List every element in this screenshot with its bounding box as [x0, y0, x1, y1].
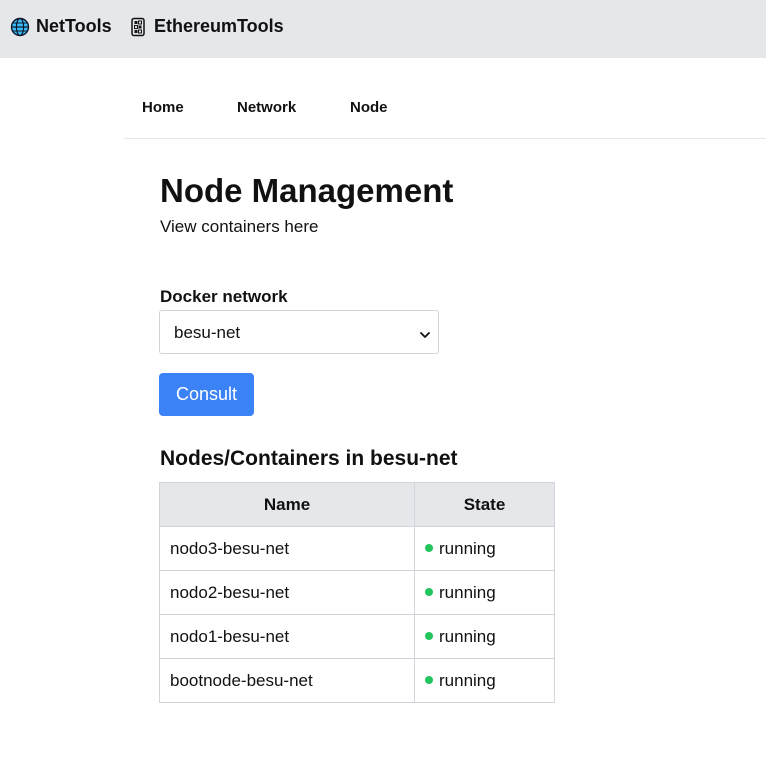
status-dot-icon: [425, 676, 433, 685]
container-state: running: [414, 658, 555, 703]
container-name: nodo1-besu-net: [159, 614, 415, 659]
page-title: Node Management: [160, 172, 454, 209]
docker-network-select[interactable]: besu-net: [159, 310, 439, 354]
container-state: running: [414, 570, 555, 615]
column-header-name: Name: [159, 482, 415, 527]
globe-icon: [10, 17, 30, 37]
docker-network-value: besu-net: [174, 323, 241, 342]
ethereumtools-label: EthereumTools: [154, 16, 284, 36]
tab-home[interactable]: Home: [142, 99, 184, 116]
state-text: running: [439, 538, 496, 558]
status-dot-icon: [425, 544, 433, 553]
state-text: running: [439, 626, 496, 646]
chevron-down-icon: [420, 327, 430, 338]
chain-icon: [128, 17, 148, 37]
status-dot-icon: [425, 588, 433, 597]
page-subtitle: View containers here: [160, 217, 319, 236]
column-header-state: State: [414, 482, 555, 527]
top-bar: NetTools EthereumTools: [0, 0, 766, 58]
container-name: nodo3-besu-net: [159, 526, 415, 571]
table-header-row: Name State: [159, 482, 555, 527]
table-row: nodo3-besu-net running: [159, 526, 555, 571]
container-state: running: [414, 614, 555, 659]
nettools-label: NetTools: [36, 16, 112, 36]
nettools-brand[interactable]: NetTools: [10, 16, 112, 37]
table-row: nodo1-besu-net running: [159, 614, 555, 659]
main-nav: Home Network Node: [124, 58, 766, 139]
container-state: running: [414, 526, 555, 571]
state-text: running: [439, 582, 496, 602]
consult-button[interactable]: Consult: [159, 373, 254, 416]
ethereumtools-brand[interactable]: EthereumTools: [128, 16, 284, 37]
table-row: bootnode-besu-net running: [159, 658, 555, 703]
status-dot-icon: [425, 632, 433, 641]
containers-table: Name State nodo3-besu-net running nodo2-…: [159, 482, 555, 703]
tab-node[interactable]: Node: [350, 99, 388, 116]
docker-network-label: Docker network: [160, 287, 288, 306]
state-text: running: [439, 670, 496, 690]
container-name: nodo2-besu-net: [159, 570, 415, 615]
table-row: nodo2-besu-net running: [159, 570, 555, 615]
results-title: Nodes/Containers in besu-net: [160, 447, 458, 470]
tab-network[interactable]: Network: [237, 99, 296, 116]
container-name: bootnode-besu-net: [159, 658, 415, 703]
